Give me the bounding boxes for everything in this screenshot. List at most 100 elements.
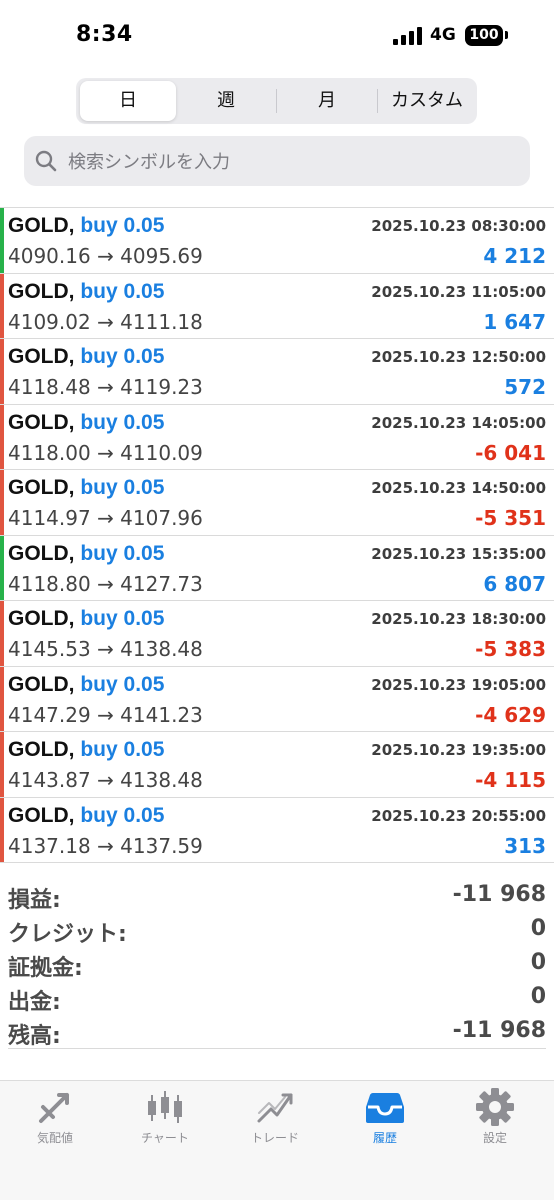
tab-settings-label: 設定 xyxy=(482,1131,507,1145)
deal-symbol: GOLD, xyxy=(8,279,75,303)
summary-row: 残高: -11 968 xyxy=(0,1016,554,1050)
deal-profit: -5 383 xyxy=(475,637,546,661)
tab-settings[interactable]: 設定 xyxy=(440,1087,550,1157)
deal-title: GOLD, buy 0.05 xyxy=(8,542,164,566)
deal-prices: 4090.16 → 4095.69 xyxy=(8,244,203,268)
deal-symbol: GOLD, xyxy=(8,214,75,237)
deal-symbol: GOLD, xyxy=(8,476,75,499)
deal-symbol: GOLD, xyxy=(8,607,75,630)
summary-label: クレジット: xyxy=(8,922,127,947)
period-segmented-control: 日 週 月 カスタム xyxy=(76,78,477,124)
deal-time: 2025.10.23 15:35:00 xyxy=(371,544,546,563)
tab-quotes-label: 気配値 xyxy=(36,1131,73,1145)
deal-prices: 4145.53 → 4138.48 xyxy=(8,637,203,661)
summary-row: 証拠金: 0 xyxy=(0,948,554,982)
tab-trade-label: トレード xyxy=(250,1131,299,1145)
deal-profit: -4 115 xyxy=(475,768,546,792)
deal-status-bar xyxy=(0,732,4,797)
search-bar[interactable] xyxy=(24,136,530,188)
deal-trade: buy 0.05 xyxy=(80,410,165,434)
deal-prices: 4118.48 → 4119.23 xyxy=(8,375,203,399)
deal-time: 2025.10.23 20:55:00 xyxy=(371,806,546,825)
deal-row[interactable]: GOLD, buy 0.05 2025.10.23 19:35:00 4143.87… xyxy=(0,732,554,798)
history-icon xyxy=(366,1093,404,1123)
tab-history[interactable]: 履歴 xyxy=(330,1087,440,1157)
summary-label: 出金: xyxy=(8,990,61,1015)
deal-row[interactable]: GOLD, buy 0.05 2025.10.23 08:30:00 4090.16… xyxy=(0,208,554,274)
deal-row[interactable]: GOLD, buy 0.05 2025.10.23 19:05:00 4147.29… xyxy=(0,666,554,732)
deal-time: 2025.10.23 14:50:00 xyxy=(371,479,546,497)
battery-icon: 100 xyxy=(465,25,503,46)
deal-symbol: GOLD, xyxy=(8,345,75,368)
deal-time: 2025.10.23 14:05:00 xyxy=(371,413,546,432)
summary-panel: 損益: -11 968 クレジット: 0 証拠金: 0 出金: 0 残高: -11 968 xyxy=(0,880,554,1050)
deal-status-bar xyxy=(0,601,4,666)
deal-profit: 4 212 xyxy=(483,244,546,268)
tab-week[interactable]: 週 xyxy=(178,81,274,121)
deal-status-bar xyxy=(0,666,4,731)
summary-row: 損益: -11 968 xyxy=(0,880,554,914)
deal-trade: buy 0.05 xyxy=(80,672,165,696)
tab-chart[interactable]: チャート xyxy=(110,1087,220,1157)
deal-status-bar xyxy=(0,535,4,600)
deal-profit: 572 xyxy=(504,375,546,399)
deal-trade: buy 0.05 xyxy=(80,279,165,303)
deal-row[interactable]: GOLD, buy 0.05 2025.10.23 20:55:00 4137.18… xyxy=(0,797,554,863)
segment-divider xyxy=(276,89,277,113)
deal-row[interactable]: GOLD, buy 0.05 2025.10.23 12:50:00 4118.48… xyxy=(0,339,554,405)
summary-row: クレジット: 0 xyxy=(0,914,554,948)
summary-value: 0 xyxy=(530,950,546,975)
deal-title: GOLD, buy 0.05 xyxy=(8,411,164,435)
deal-status-bar xyxy=(0,339,4,404)
deal-row[interactable]: GOLD, buy 0.05 2025.10.23 15:35:00 4118.80… xyxy=(0,535,554,601)
deal-row[interactable]: GOLD, buy 0.05 2025.10.23 11:05:00 4109.02… xyxy=(0,273,554,339)
deal-title: GOLD, buy 0.05 xyxy=(8,476,164,500)
deal-title: GOLD, buy 0.05 xyxy=(8,280,164,304)
signal-icon xyxy=(393,27,425,45)
deal-list: GOLD, buy 0.05 2025.10.23 08:30:00 4090.16… xyxy=(0,207,554,863)
status-time: 8:34 xyxy=(76,22,133,47)
deal-trade: buy 0.05 xyxy=(80,541,165,565)
deal-prices: 4114.97 → 4107.96 xyxy=(8,506,203,530)
tab-chart-label: チャート xyxy=(141,1131,189,1145)
deal-profit: -6 041 xyxy=(475,440,546,465)
tab-trade[interactable]: トレード xyxy=(220,1087,330,1157)
deal-prices: 4118.80 → 4127.73 xyxy=(8,571,203,596)
settings-icon xyxy=(476,1088,514,1126)
search-input[interactable] xyxy=(66,136,520,188)
deal-row[interactable]: GOLD, buy 0.05 2025.10.23 18:30:00 4145.53… xyxy=(0,601,554,667)
deal-symbol: GOLD, xyxy=(8,672,75,696)
search-icon xyxy=(35,150,57,172)
quotes-icon xyxy=(39,1093,69,1123)
tab-quotes[interactable]: 気配値 xyxy=(0,1087,110,1157)
summary-value: 0 xyxy=(530,984,546,1009)
summary-value: -11 968 xyxy=(452,882,546,907)
trade-icon xyxy=(257,1093,293,1123)
deal-time: 2025.10.23 12:50:00 xyxy=(371,348,546,366)
deal-profit: 313 xyxy=(504,833,546,858)
deal-prices: 4109.02 → 4111.18 xyxy=(8,309,203,334)
deal-profit: 1 647 xyxy=(483,309,546,334)
summary-value: -11 968 xyxy=(452,1018,546,1043)
summary-row: 出金: 0 xyxy=(0,982,554,1016)
deal-symbol: GOLD, xyxy=(8,803,75,827)
tab-custom[interactable]: カスタム xyxy=(378,81,476,121)
deal-status-bar xyxy=(0,797,4,862)
deal-status-bar xyxy=(0,208,4,273)
deal-trade: buy 0.05 xyxy=(80,214,165,237)
deal-title: GOLD, buy 0.05 xyxy=(8,738,164,762)
deal-symbol: GOLD, xyxy=(8,541,75,565)
deal-status-bar xyxy=(0,273,4,338)
tab-day[interactable]: 日 xyxy=(80,81,176,121)
summary-divider xyxy=(8,1048,546,1049)
deal-time: 2025.10.23 08:30:00 xyxy=(371,217,546,235)
deal-time: 2025.10.23 18:30:00 xyxy=(371,610,546,628)
tab-history-label: 履歴 xyxy=(372,1131,397,1145)
deal-title: GOLD, buy 0.05 xyxy=(8,673,164,697)
summary-value: 0 xyxy=(530,916,546,941)
deal-row[interactable]: GOLD, buy 0.05 2025.10.23 14:05:00 4118.00… xyxy=(0,404,554,470)
deal-title: GOLD, buy 0.05 xyxy=(8,214,164,238)
tab-month[interactable]: 月 xyxy=(278,81,376,121)
deal-row[interactable]: GOLD, buy 0.05 2025.10.23 14:50:00 4114.97… xyxy=(0,470,554,536)
summary-label: 損益: xyxy=(8,888,61,913)
